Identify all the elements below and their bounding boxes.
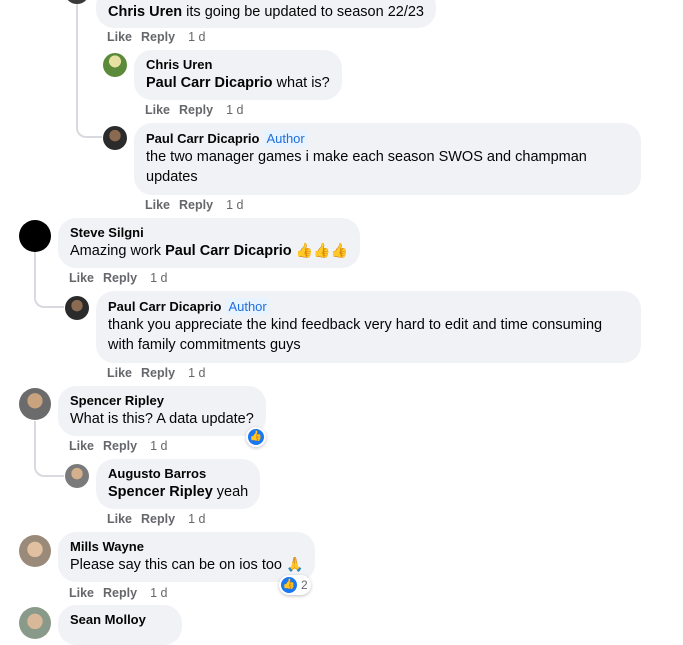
comment-bubble: Spencer Ripley What is this? A data upda… [58, 386, 266, 436]
reaction-count: 2 [301, 578, 308, 592]
like-reaction-icon: 👍 [248, 429, 264, 445]
thread-line [76, 0, 78, 128]
comment-author[interactable]: Chris Uren [146, 57, 330, 73]
comment-bubble: Chris Uren its going be updated to seaso… [96, 0, 436, 28]
comment-text: Spencer Ripley yeah [108, 484, 249, 500]
comment-actions: Like Reply 1 d [69, 586, 176, 600]
like-button[interactable]: Like [69, 271, 94, 285]
like-button[interactable]: Like [145, 103, 170, 117]
comment-actions: Like Reply 1 d [145, 103, 252, 117]
praying-hands-emoji-icon: 🙏 [286, 557, 304, 573]
reply-button[interactable]: Reply [141, 30, 175, 44]
comment-bubble: Augusto Barros Spencer Ripley yeah [96, 459, 261, 509]
like-button[interactable]: Like [107, 512, 132, 526]
reply-button[interactable]: Reply [141, 512, 175, 526]
like-button[interactable]: Like [69, 586, 94, 600]
comment-bubble: Paul Carr Dicaprio Author thank you appre… [96, 291, 641, 363]
author-badge: Author [225, 298, 270, 315]
comment-author[interactable]: Spencer Ripley [70, 393, 254, 409]
reply-button[interactable]: Reply [141, 366, 175, 380]
thread-connector [76, 118, 102, 138]
comment-actions: Like Reply 1 d [107, 512, 214, 526]
like-button[interactable]: Like [107, 366, 132, 380]
mention-link[interactable]: Paul Carr Dicaprio [165, 243, 292, 259]
like-button[interactable]: Like [69, 439, 94, 453]
timestamp[interactable]: 1 d [150, 271, 167, 285]
comment-actions: Like Reply 1 d [145, 198, 252, 212]
comment-text: thank you appreciate the kind feedback v… [108, 317, 603, 353]
comment-text: Please say this can be on ios too 🙏 [70, 557, 304, 573]
comment-bubble: Steve Silgni Amazing work Paul Carr Dica… [58, 218, 360, 268]
avatar[interactable] [19, 220, 51, 252]
avatar[interactable] [19, 535, 51, 567]
like-button[interactable]: Like [145, 198, 170, 212]
mention-link[interactable]: Chris Uren [108, 4, 182, 20]
comment-actions: Like Reply 1 d [69, 271, 176, 285]
reaction-summary[interactable]: 👍 [246, 427, 266, 447]
comment-author[interactable]: Sean Molloy [70, 612, 170, 628]
comment-text: the two manager games i make each season… [146, 149, 587, 185]
timestamp[interactable]: 1 d [226, 198, 243, 212]
timestamp[interactable]: 1 d [188, 512, 205, 526]
comment-bubble: Chris Uren Paul Carr Dicaprio what is? [134, 50, 342, 100]
mention-link[interactable]: Paul Carr Dicaprio [146, 75, 273, 91]
timestamp[interactable]: 1 d [150, 439, 167, 453]
timestamp[interactable]: 1 d [188, 366, 205, 380]
comment-actions: Like Reply 1 d [107, 366, 214, 380]
avatar[interactable] [66, 0, 88, 4]
reply-button[interactable]: Reply [103, 271, 137, 285]
avatar[interactable] [65, 296, 89, 320]
reply-button[interactable]: Reply [179, 198, 213, 212]
avatar[interactable] [103, 53, 127, 77]
avatar[interactable] [19, 388, 51, 420]
comment-text: Amazing work Paul Carr Dicaprio 👍👍👍 [70, 243, 348, 259]
reply-button[interactable]: Reply [179, 103, 213, 117]
timestamp[interactable]: 1 d [188, 30, 205, 44]
comment-text: Chris Uren its going be updated to seaso… [108, 4, 424, 20]
comment-author[interactable]: Steve Silgni [70, 225, 348, 241]
avatar[interactable] [19, 607, 51, 639]
comment-author[interactable]: Mills Wayne [70, 539, 303, 555]
comment-actions: Like Reply 1 d [107, 30, 214, 44]
thumbs-up-emoji-icon: 👍👍👍 [295, 243, 348, 259]
avatar[interactable] [65, 464, 89, 488]
comment-text: Paul Carr Dicaprio what is? [146, 75, 330, 91]
comment-text: What is this? A data update? [70, 411, 254, 427]
reaction-summary[interactable]: 👍 2 [279, 575, 311, 595]
thread-connector [34, 252, 64, 308]
thread-connector [34, 421, 64, 477]
timestamp[interactable]: 1 d [226, 103, 243, 117]
comment-bubble: Mills Wayne Please say this can be on io… [58, 532, 316, 582]
comment-author[interactable]: Augusto Barros [108, 466, 248, 482]
avatar[interactable] [103, 126, 127, 150]
reply-button[interactable]: Reply [103, 439, 137, 453]
like-reaction-icon: 👍 [281, 577, 297, 593]
comment-author[interactable]: Paul Carr Dicaprio Author [146, 130, 629, 147]
comment-author[interactable]: Paul Carr Dicaprio Author [108, 298, 629, 315]
like-button[interactable]: Like [107, 30, 132, 44]
timestamp[interactable]: 1 d [150, 586, 167, 600]
mention-link[interactable]: Spencer Ripley [108, 484, 213, 500]
reply-button[interactable]: Reply [103, 586, 137, 600]
comment-bubble: Sean Molloy [58, 605, 182, 645]
author-badge: Author [263, 130, 308, 147]
comment-actions: Like Reply 1 d [69, 439, 176, 453]
comment-bubble: Paul Carr Dicaprio Author the two manager… [134, 123, 641, 195]
